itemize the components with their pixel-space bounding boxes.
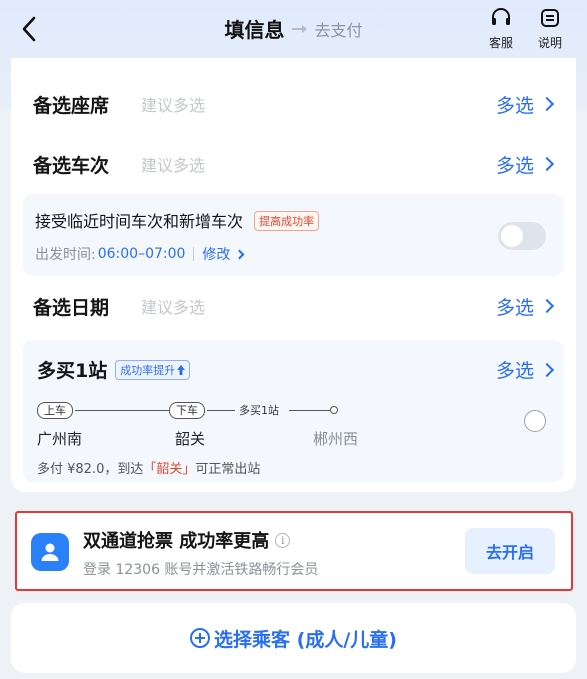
- alt-train-label: 备选车次: [33, 154, 110, 177]
- accept-nearby-toggle[interactable]: [498, 222, 546, 250]
- divider: [193, 247, 195, 261]
- alt-seat-placeholder: 建议多选: [141, 96, 206, 115]
- customer-service-button[interactable]: 客服: [481, 8, 521, 51]
- info-icon[interactable]: i: [275, 532, 291, 548]
- extra-stop-tag: 多买1站: [239, 404, 279, 417]
- enable-dual-channel-button[interactable]: 去开启: [465, 528, 555, 574]
- document-icon: [541, 9, 559, 27]
- headset-icon: [492, 8, 510, 25]
- alt-seat-label: 备选座席: [33, 94, 110, 117]
- dual-channel-title-text: 双通道抢票 成功率更高: [83, 531, 270, 552]
- instructions-button[interactable]: 说明: [530, 8, 570, 51]
- buy-one-more-text: 多买1站: [37, 360, 108, 382]
- modify-time-link[interactable]: 修改: [202, 244, 245, 264]
- success-rate-up-text: 成功率提升: [120, 363, 176, 377]
- route-line: [289, 410, 331, 411]
- alt-seat-multi-select[interactable]: 多选: [495, 91, 555, 118]
- dual-channel-title: 双通道抢票 成功率更高 i: [83, 527, 291, 553]
- dual-channel-card: 双通道抢票 成功率更高 i 登录 12306 账号并激活铁路畅行会员 去开启: [15, 511, 573, 591]
- note-suffix: 可正常出站: [195, 462, 261, 477]
- choose-passenger-button[interactable]: 选择乘客 (成人/儿童): [11, 603, 576, 673]
- customer-service-label: 客服: [488, 36, 513, 50]
- accept-nearby-title: 接受临近时间车次和新增车次 提高成功率: [35, 208, 320, 232]
- depart-time-value: 06:00–07:00: [97, 246, 186, 262]
- alt-train-action-label: 多选: [495, 154, 534, 177]
- alt-seat-action-label: 多选: [495, 94, 534, 117]
- success-rate-badge: 提高成功率: [254, 211, 320, 231]
- alt-date-label: 备选日期: [33, 296, 110, 319]
- buy-one-more-note: 多付 ¥82.0，到达「韶关」可正常出站: [37, 458, 260, 477]
- board-station: 广州南: [37, 430, 83, 448]
- arrow-right-icon: [292, 24, 308, 33]
- accept-nearby-box: 接受临近时间车次和新增车次 提高成功率 出发时间: 06:00–07:00 修改: [23, 194, 564, 276]
- alt-train-multi-select[interactable]: 多选: [495, 151, 555, 178]
- depart-time-label: 出发时间:: [35, 247, 96, 263]
- success-rate-up-badge: 成功率提升: [115, 359, 191, 380]
- chevron-right-icon: [539, 362, 555, 377]
- depart-time-line: 出发时间: 06:00–07:00 修改: [35, 244, 245, 264]
- modify-label: 修改: [202, 247, 231, 263]
- end-dot: [330, 406, 338, 414]
- accept-nearby-text: 接受临近时间车次和新增车次: [35, 212, 244, 231]
- chevron-right-icon: [234, 249, 245, 259]
- buy-one-more-box: 多买1站 成功率提升 多选 上车 下车 多买1站 广州南 韶关 郴州西 多付 ¥…: [23, 340, 564, 482]
- alt-date-row[interactable]: 备选日期 建议多选 多选: [11, 282, 576, 330]
- chevron-right-icon: [539, 96, 555, 112]
- buy-one-more-title: 多买1站 成功率提升: [37, 356, 191, 383]
- next-step-label: 去支付: [314, 20, 363, 40]
- instructions-label: 说明: [537, 36, 562, 50]
- header: 填信息 去支付 客服 说明: [0, 0, 587, 58]
- arrow-up-icon: [177, 364, 186, 375]
- note-highlight: 「韶关」: [143, 462, 196, 477]
- alt-seat-row[interactable]: 备选座席 建议多选 多选: [11, 80, 576, 128]
- chevron-right-icon: [539, 156, 555, 172]
- dual-channel-subtitle: 登录 12306 账号并激活铁路畅行会员: [83, 562, 319, 578]
- alt-date-placeholder: 建议多选: [141, 298, 206, 317]
- toggle-knob: [501, 225, 523, 247]
- board-tag: 上车: [37, 402, 73, 419]
- buy-one-more-action-label: 多选: [495, 360, 534, 382]
- chevron-right-icon: [539, 298, 555, 314]
- alt-train-row[interactable]: 备选车次 建议多选 多选: [11, 140, 576, 188]
- page-title: 填信息: [224, 18, 285, 42]
- alt-train-placeholder: 建议多选: [141, 156, 206, 175]
- user-icon: [31, 533, 69, 571]
- route-diagram: 上车 下车 多买1站 广州南 韶关 郴州西: [37, 402, 377, 462]
- alight-tag: 下车: [169, 402, 205, 419]
- route-line: [75, 410, 169, 411]
- route-line: [207, 410, 235, 411]
- alt-date-multi-select[interactable]: 多选: [495, 293, 555, 320]
- options-card: 备选座席 建议多选 多选 备选车次 建议多选 多选 接受临近时间车次和新增车次 …: [11, 58, 576, 492]
- plus-circle-icon: [190, 628, 211, 648]
- extra-station: 郴州西: [313, 430, 359, 448]
- alight-station: 韶关: [175, 430, 206, 448]
- choose-passenger-label: 选择乘客 (成人/儿童): [214, 628, 397, 651]
- note-prefix: 多付 ¥82.0，到达: [37, 462, 144, 477]
- buy-one-more-multi-select[interactable]: 多选: [495, 356, 555, 383]
- buy-one-more-checkbox[interactable]: [524, 410, 546, 432]
- alt-date-action-label: 多选: [495, 296, 534, 319]
